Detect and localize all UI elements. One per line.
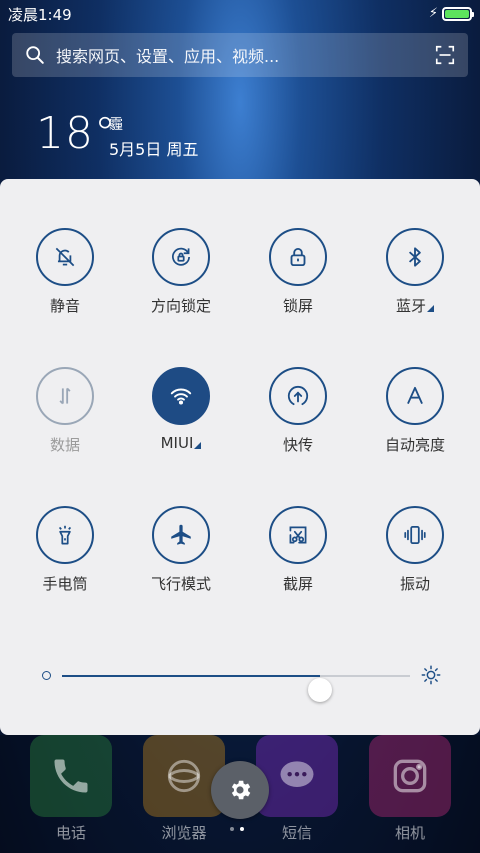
status-bar: 凌晨1:49 ⚡ bbox=[0, 0, 480, 28]
status-time: 凌晨1:49 bbox=[8, 6, 72, 24]
toggle-mobile-data[interactable]: 数据 bbox=[10, 367, 120, 467]
brightness-low-icon bbox=[42, 671, 51, 680]
toggle-circle bbox=[152, 506, 210, 564]
toggle-circle bbox=[269, 228, 327, 286]
toggle-circle bbox=[36, 506, 94, 564]
battery-icon bbox=[442, 7, 474, 21]
silent-bell-icon bbox=[55, 247, 75, 267]
lock-icon bbox=[290, 247, 306, 267]
dock-app-camera[interactable]: 相机 bbox=[369, 735, 451, 843]
toggle-flashlight[interactable]: 手电筒 bbox=[10, 506, 120, 606]
toggle-vibrate[interactable]: 振动 bbox=[360, 506, 470, 606]
gear-icon bbox=[231, 780, 251, 800]
toggle-label: 数据 bbox=[49, 436, 80, 454]
toggle-circle bbox=[386, 506, 444, 564]
submenu-indicator bbox=[194, 442, 202, 449]
toggle-label: 静音 bbox=[49, 297, 80, 315]
toggle-circle bbox=[36, 228, 94, 286]
brightness-high-icon bbox=[421, 665, 441, 685]
dock-app-label: 相机 bbox=[394, 824, 425, 842]
toggle-label: MIUI bbox=[126, 434, 236, 452]
dock-app-label: 电话 bbox=[55, 824, 86, 842]
vibrate-icon bbox=[404, 526, 426, 544]
submenu-indicator bbox=[427, 305, 434, 312]
page-indicator bbox=[230, 827, 244, 831]
brightness-slider[interactable] bbox=[42, 661, 442, 702]
page-dot bbox=[230, 827, 234, 831]
page-dot bbox=[240, 827, 244, 831]
message-icon bbox=[256, 735, 338, 817]
toggle-label: 锁屏 bbox=[282, 297, 313, 315]
phone-icon bbox=[30, 735, 112, 817]
toggle-quick-transfer[interactable]: 快传 bbox=[243, 367, 353, 467]
toggle-label: 振动 bbox=[399, 575, 430, 593]
brightness-track[interactable] bbox=[62, 675, 410, 702]
toggle-auto-brightness[interactable]: 自动亮度 bbox=[360, 367, 470, 467]
toggle-airplane-mode[interactable]: 飞行模式 bbox=[126, 506, 236, 606]
temperature: 18° bbox=[36, 108, 117, 159]
toggle-circle bbox=[269, 367, 327, 425]
brightness-fill bbox=[62, 675, 320, 677]
airplane-icon bbox=[171, 524, 191, 545]
camera-icon bbox=[369, 735, 451, 817]
browser-icon bbox=[143, 735, 225, 817]
dock-app-label: 短信 bbox=[281, 824, 312, 842]
quick-transfer-icon bbox=[287, 385, 309, 406]
battery-level bbox=[445, 10, 469, 18]
toggle-label: 蓝牙 bbox=[360, 295, 470, 316]
toggle-silent[interactable]: 静音 bbox=[10, 228, 120, 328]
rotation-lock-icon bbox=[172, 247, 190, 266]
charging-icon: ⚡ bbox=[428, 6, 438, 21]
toggle-circle bbox=[386, 228, 444, 286]
search-icon bbox=[26, 46, 44, 64]
toggle-wifi[interactable]: MIUI bbox=[126, 367, 236, 467]
dock-app-label: 浏览器 bbox=[161, 824, 207, 842]
weather-condition: 霾 bbox=[109, 117, 123, 133]
screenshot-icon bbox=[289, 526, 307, 544]
dock-app-phone[interactable]: 电话 bbox=[30, 735, 112, 843]
flashlight-icon bbox=[58, 525, 72, 545]
toggle-label: 飞行模式 bbox=[150, 575, 211, 593]
brightness-thumb[interactable] bbox=[307, 678, 332, 702]
wifi-icon bbox=[170, 388, 192, 405]
toggle-circle bbox=[36, 367, 94, 425]
toggle-circle bbox=[386, 367, 444, 425]
settings-button[interactable] bbox=[211, 761, 269, 819]
toggle-bluetooth[interactable]: 蓝牙 bbox=[360, 228, 470, 328]
toggle-lock-screen[interactable]: 锁屏 bbox=[243, 228, 353, 328]
toggle-circle bbox=[269, 506, 327, 564]
search-input[interactable]: 搜索网页、设置、应用、视频... bbox=[56, 43, 434, 67]
search-bar[interactable]: 搜索网页、设置、应用、视频... bbox=[12, 33, 468, 77]
toggle-label: 手电筒 bbox=[42, 575, 88, 593]
bluetooth-icon bbox=[408, 247, 421, 267]
toggle-rotation-lock[interactable]: 方向锁定 bbox=[126, 228, 236, 328]
toggle-label: 方向锁定 bbox=[150, 297, 211, 315]
toggle-label: 快传 bbox=[282, 436, 313, 454]
scan-icon[interactable] bbox=[434, 44, 456, 66]
toggle-circle bbox=[152, 367, 210, 425]
mobile-data-icon bbox=[59, 387, 71, 405]
toggle-screenshot[interactable]: 截屏 bbox=[243, 506, 353, 606]
toggle-circle bbox=[152, 228, 210, 286]
weather-date: 5月5日 周五 bbox=[109, 140, 199, 159]
auto-brightness-icon bbox=[407, 386, 423, 404]
toggle-label: 自动亮度 bbox=[384, 436, 445, 454]
toggle-label: 截屏 bbox=[282, 575, 313, 593]
quick-settings-panel: 静音 方向锁定 锁屏 蓝牙 数据 MIUI 快传 自动亮度 手电筒 飞行模式 截… bbox=[0, 179, 480, 735]
status-indicators: ⚡ bbox=[428, 6, 474, 22]
